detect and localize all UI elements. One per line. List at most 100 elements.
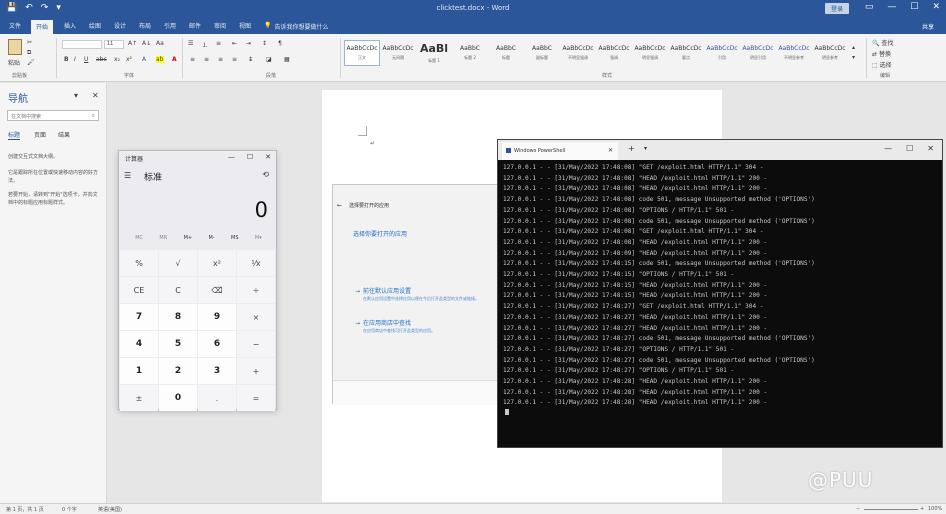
strikethrough-icon[interactable]: abc xyxy=(96,56,107,63)
style-tile[interactable]: AaBbCcDc 强调 xyxy=(596,40,632,66)
minimize-icon[interactable]: — xyxy=(887,2,896,12)
default-apps-link[interactable]: → 前往默认应用设置 xyxy=(355,286,411,295)
minimize-icon[interactable]: — xyxy=(884,144,892,153)
borders-icon[interactable]: ▦ xyxy=(284,56,290,63)
shrink-font-icon[interactable]: A↓ xyxy=(142,40,151,47)
memory-list-button[interactable]: M▾ xyxy=(255,235,262,241)
style-tile[interactable]: AaBbCcDc 明显强调 xyxy=(632,40,668,66)
memory-add-button[interactable]: M+ xyxy=(184,235,193,241)
format-painter-icon[interactable]: 🖌 xyxy=(27,59,35,66)
close-tab-icon[interactable]: ✕ xyxy=(608,147,613,154)
bullets-icon[interactable]: ☰ xyxy=(188,40,193,47)
style-tile[interactable]: AaBbCcDc 要点 xyxy=(668,40,704,66)
italic-icon[interactable]: I xyxy=(74,56,76,63)
close-icon[interactable]: ✕ xyxy=(932,2,940,12)
font-size-select[interactable]: 11 xyxy=(104,40,124,49)
terminal-tab[interactable]: Windows PowerShell ✕ xyxy=(502,142,618,160)
tell-me-search[interactable]: 💡 告诉我你想要做什么 xyxy=(264,22,329,31)
tab-view[interactable]: 视图 xyxy=(239,21,251,30)
nav-search-input[interactable]: 在文档中搜索 ⌕ xyxy=(7,110,99,121)
tab-insert[interactable]: 插入 xyxy=(64,21,76,30)
superscript-icon[interactable]: x² xyxy=(126,56,132,63)
nav-tab-pages[interactable]: 页面 xyxy=(34,130,46,139)
copy-icon[interactable]: ⧉ xyxy=(27,49,31,57)
style-tile[interactable]: AaBbCcDc 不明显强调 xyxy=(560,40,596,66)
find-button[interactable]: 🔍 查找 xyxy=(872,38,893,47)
select-button[interactable]: ⬚ 选择 xyxy=(872,60,892,69)
history-icon[interactable]: ⟲ xyxy=(262,170,269,179)
nav-options-icon[interactable]: ▾ xyxy=(74,91,78,100)
underline-icon[interactable]: U xyxy=(84,56,88,63)
tab-design[interactable]: 设计 xyxy=(114,21,126,30)
calc-key[interactable]: x² xyxy=(198,250,236,276)
store-link[interactable]: → 在应用商店中查找 xyxy=(355,318,411,327)
tab-mailings[interactable]: 邮件 xyxy=(189,21,201,30)
zoom-level[interactable]: 100% xyxy=(928,506,942,512)
subscript-icon[interactable]: x₂ xyxy=(114,56,120,63)
style-tile[interactable]: AaBbCcDc 无间隔 xyxy=(380,40,416,66)
style-tile[interactable]: AaBbCcDc 明显引用 xyxy=(740,40,776,66)
paste-icon[interactable] xyxy=(8,39,22,55)
calc-key[interactable]: 0 xyxy=(159,385,197,411)
maximize-icon[interactable]: ☐ xyxy=(906,144,913,153)
change-case-icon[interactable]: Aa xyxy=(156,40,164,47)
calc-key[interactable]: ± xyxy=(120,385,158,411)
show-marks-icon[interactable]: ¶ xyxy=(278,40,282,47)
replace-button[interactable]: ⇄ 替换 xyxy=(872,49,891,58)
language-indicator[interactable]: 英语(美国) xyxy=(98,506,122,513)
calc-key[interactable]: 9 xyxy=(198,304,236,330)
zoom-slider[interactable] xyxy=(864,509,918,510)
align-left-icon[interactable]: ≡ xyxy=(190,56,195,63)
hamburger-menu-icon[interactable]: ☰ xyxy=(124,171,131,180)
calc-key[interactable]: ⌫ xyxy=(198,277,236,303)
zoom-out-icon[interactable]: − xyxy=(856,506,860,512)
grow-font-icon[interactable]: A↑ xyxy=(128,40,137,47)
calc-key[interactable]: 6 xyxy=(198,331,236,357)
tab-references[interactable]: 引用 xyxy=(164,21,176,30)
decrease-indent-icon[interactable]: ⇤ xyxy=(232,40,237,47)
tab-home[interactable]: 开始 xyxy=(31,20,54,35)
word-count[interactable]: 0 个字 xyxy=(62,506,77,513)
zoom-in-icon[interactable]: + xyxy=(920,506,924,512)
calc-key[interactable]: 7 xyxy=(120,304,158,330)
nav-tab-results[interactable]: 结果 xyxy=(58,130,70,139)
shading-icon[interactable]: ◪ xyxy=(266,56,272,63)
calc-key[interactable]: 1 xyxy=(120,358,158,384)
styles-more-icon[interactable]: ▾ xyxy=(852,54,855,61)
cut-icon[interactable]: ✂ xyxy=(27,39,32,46)
tab-draw[interactable]: 绘图 xyxy=(89,21,101,30)
nav-tab-headings[interactable]: 标题 xyxy=(8,130,21,140)
style-tile[interactable]: AaBbCcDc 引用 xyxy=(704,40,740,66)
memory-clear-button[interactable]: MC xyxy=(135,235,143,241)
line-spacing-icon[interactable]: ↨ xyxy=(248,56,253,63)
align-center-icon[interactable]: ≡ xyxy=(204,56,209,63)
align-right-icon[interactable]: ≡ xyxy=(218,56,223,63)
memory-store-button[interactable]: MS xyxy=(231,235,239,241)
justify-icon[interactable]: ≡ xyxy=(232,56,237,63)
tab-layout[interactable]: 布局 xyxy=(139,21,151,30)
calc-key[interactable]: + xyxy=(237,358,275,384)
calc-key[interactable]: × xyxy=(237,304,275,330)
numbering-icon[interactable]: ⒈ xyxy=(202,40,208,49)
style-tile[interactable]: AaBl 标题 1 xyxy=(416,40,452,66)
style-tile[interactable]: AaBbCcDc 明显参考 xyxy=(812,40,848,66)
calc-key[interactable]: % xyxy=(120,250,158,276)
share-button[interactable]: 共享 xyxy=(922,22,934,31)
calc-key[interactable]: 4 xyxy=(120,331,158,357)
memory-subtract-button[interactable]: M- xyxy=(208,235,214,241)
tab-review[interactable]: 审阅 xyxy=(214,21,226,30)
calc-key[interactable]: . xyxy=(198,385,236,411)
sign-in-button[interactable]: 登录 xyxy=(825,3,850,14)
ribbon-display-icon[interactable]: ▭ xyxy=(865,2,874,12)
style-tile[interactable]: AaBbC 标题 xyxy=(488,40,524,66)
maximize-icon[interactable]: ☐ xyxy=(910,2,918,12)
style-tile[interactable]: AaBbC 标题 2 xyxy=(452,40,488,66)
close-icon[interactable]: ✕ xyxy=(927,144,934,153)
increase-indent-icon[interactable]: ⇥ xyxy=(246,40,251,47)
calc-key[interactable]: 3 xyxy=(198,358,236,384)
style-tile[interactable]: AaBbC 副标题 xyxy=(524,40,560,66)
style-tile[interactable]: AaBbCcDc 不明显参考 xyxy=(776,40,812,66)
paste-label[interactable]: 粘贴 xyxy=(8,58,20,67)
calc-key[interactable]: 2 xyxy=(159,358,197,384)
calc-key[interactable]: 5 xyxy=(159,331,197,357)
